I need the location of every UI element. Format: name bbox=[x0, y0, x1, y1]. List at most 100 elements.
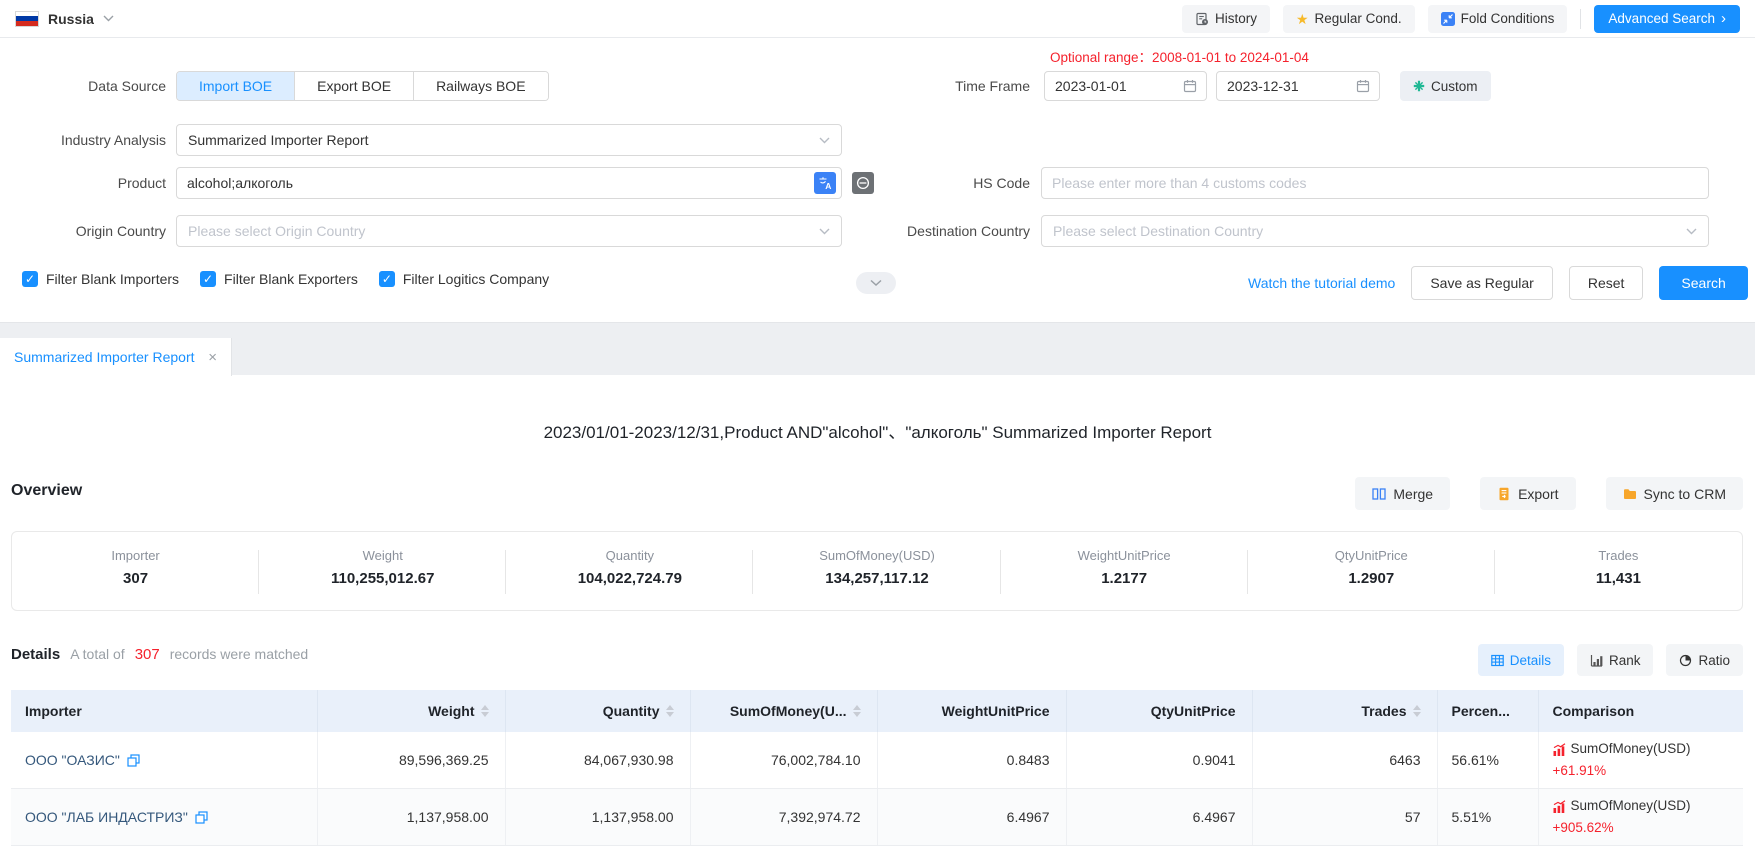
stat-weight-unit-price: WeightUnitPrice 1.2177 bbox=[1001, 532, 1248, 610]
custom-range-button[interactable]: Custom bbox=[1400, 71, 1491, 101]
stat-label: Importer bbox=[12, 548, 259, 563]
start-date-value[interactable] bbox=[1045, 72, 1183, 100]
sort-icon[interactable] bbox=[1413, 705, 1421, 717]
stat-value: 1.2907 bbox=[1248, 570, 1495, 587]
history-button[interactable]: History bbox=[1182, 5, 1270, 33]
country-selector[interactable]: Russia bbox=[15, 11, 114, 27]
fold-conditions-button[interactable]: Fold Conditions bbox=[1428, 5, 1568, 33]
regular-cond-button[interactable]: ★ Regular Cond. bbox=[1283, 5, 1415, 33]
data-source-label: Data Source bbox=[0, 71, 166, 101]
col-weight[interactable]: Weight bbox=[317, 690, 505, 732]
collapse-form-button[interactable] bbox=[856, 272, 896, 294]
stat-sum-of-money: SumOfMoney(USD) 134,257,117.12 bbox=[753, 532, 1000, 610]
calendar-icon[interactable] bbox=[1356, 79, 1370, 93]
tab-export-boe[interactable]: Export BOE bbox=[295, 72, 414, 100]
view-rank-button[interactable]: Rank bbox=[1577, 644, 1654, 676]
filter-blank-importers-checkbox[interactable]: ✓ Filter Blank Importers bbox=[22, 271, 179, 287]
checkbox-checked-icon: ✓ bbox=[22, 271, 38, 287]
translate-icon[interactable]: A bbox=[814, 172, 836, 194]
trend-chart-icon bbox=[1553, 800, 1566, 813]
col-quantity[interactable]: Quantity bbox=[505, 690, 690, 732]
view-ratio-label: Ratio bbox=[1698, 653, 1730, 668]
calendar-icon[interactable] bbox=[1183, 79, 1197, 93]
hs-code-label: HS Code bbox=[920, 167, 1030, 199]
origin-country-label: Origin Country bbox=[0, 215, 166, 247]
view-details-button[interactable]: Details bbox=[1478, 644, 1564, 676]
merge-icon bbox=[1372, 487, 1386, 501]
search-button[interactable]: Search bbox=[1659, 266, 1747, 300]
sort-icon[interactable] bbox=[481, 705, 489, 717]
importer-name-link[interactable]: ООО "ЛАБ ИНДАСТРИЗ" bbox=[25, 809, 188, 825]
chevron-right-icon: › bbox=[1721, 11, 1726, 26]
exclude-keywords-icon[interactable] bbox=[852, 172, 874, 194]
product-value[interactable] bbox=[177, 168, 814, 198]
hs-code-value[interactable] bbox=[1042, 168, 1708, 198]
overview-actions: Merge Export Sync to CRM bbox=[1355, 477, 1743, 510]
filter-logitics-company-checkbox[interactable]: ✓ Filter Logitics Company bbox=[379, 271, 549, 287]
stat-qty-unit-price: QtyUnitPrice 1.2907 bbox=[1248, 532, 1495, 610]
comparison-metric: SumOfMoney(USD) bbox=[1571, 739, 1691, 759]
tab-railways-boe[interactable]: Railways BOE bbox=[414, 72, 547, 100]
filter-blank-exporters-checkbox[interactable]: ✓ Filter Blank Exporters bbox=[200, 271, 358, 287]
time-frame-end-input[interactable] bbox=[1216, 71, 1380, 101]
table-header-row: Importer Weight Quantity SumOfMoney(U...… bbox=[11, 690, 1743, 732]
tab-summarized-importer-report[interactable]: Summarized Importer Report × bbox=[0, 338, 232, 376]
product-input[interactable]: A bbox=[176, 167, 842, 199]
sort-icon[interactable] bbox=[666, 705, 674, 717]
hs-code-input[interactable] bbox=[1041, 167, 1709, 199]
stat-quantity: Quantity 104,022,724.79 bbox=[506, 532, 753, 610]
destination-country-select[interactable]: Please select Destination Country bbox=[1041, 215, 1709, 247]
stat-label: WeightUnitPrice bbox=[1001, 548, 1248, 563]
destination-country-placeholder: Please select Destination Country bbox=[1053, 223, 1263, 239]
export-icon bbox=[1497, 487, 1511, 501]
divider bbox=[1580, 9, 1581, 29]
chevron-down-icon bbox=[870, 279, 882, 287]
close-icon[interactable]: × bbox=[208, 349, 217, 366]
stat-trades: Trades 11,431 bbox=[1495, 532, 1742, 610]
details-heading: Details bbox=[11, 646, 60, 663]
chevron-down-icon bbox=[819, 137, 830, 144]
tutorial-link[interactable]: Watch the tutorial demo bbox=[1248, 275, 1395, 291]
checkbox-checked-icon: ✓ bbox=[200, 271, 216, 287]
sync-to-crm-button[interactable]: Sync to CRM bbox=[1606, 477, 1743, 510]
stat-weight: Weight 110,255,012.67 bbox=[259, 532, 506, 610]
table-row: ООО "ОАЗИС" 89,596,369.25 84,067,930.98 … bbox=[11, 732, 1743, 789]
col-sum-of-money[interactable]: SumOfMoney(U... bbox=[690, 690, 877, 732]
advanced-search-label: Advanced Search bbox=[1608, 11, 1715, 26]
origin-country-select[interactable]: Please select Origin Country bbox=[176, 215, 842, 247]
reset-button[interactable]: Reset bbox=[1569, 266, 1644, 300]
quantity-cell: 84,067,930.98 bbox=[505, 732, 690, 789]
end-date-value[interactable] bbox=[1217, 72, 1356, 100]
tab-title: Summarized Importer Report bbox=[14, 349, 195, 365]
weight-cell: 1,137,958.00 bbox=[317, 789, 505, 846]
stat-value: 104,022,724.79 bbox=[506, 570, 753, 587]
industry-analysis-select[interactable]: Summarized Importer Report bbox=[176, 124, 842, 156]
fold-icon bbox=[1441, 12, 1455, 26]
tab-import-boe[interactable]: Import BOE bbox=[177, 72, 295, 100]
sort-icon[interactable] bbox=[853, 705, 861, 717]
star-icon: ★ bbox=[1296, 12, 1309, 26]
custom-icon bbox=[1413, 80, 1425, 92]
stat-value: 110,255,012.67 bbox=[259, 570, 506, 587]
history-icon bbox=[1195, 12, 1209, 26]
stat-value: 11,431 bbox=[1495, 570, 1742, 587]
col-percentage: Percen... bbox=[1437, 690, 1538, 732]
comparison-change: +61.91% bbox=[1553, 761, 1744, 781]
stat-label: SumOfMoney(USD) bbox=[753, 548, 1000, 563]
merge-button[interactable]: Merge bbox=[1355, 477, 1450, 510]
stat-label: QtyUnitPrice bbox=[1248, 548, 1495, 563]
copy-icon[interactable] bbox=[127, 754, 140, 767]
chevron-down-icon bbox=[103, 15, 114, 22]
copy-icon[interactable] bbox=[195, 811, 208, 824]
importer-name-link[interactable]: ООО "ОАЗИС" bbox=[25, 752, 120, 768]
details-summary: Details A total of 307 records were matc… bbox=[11, 646, 308, 663]
advanced-search-button[interactable]: Advanced Search › bbox=[1594, 5, 1740, 33]
view-ratio-button[interactable]: Ratio bbox=[1666, 644, 1743, 676]
save-as-regular-button[interactable]: Save as Regular bbox=[1411, 266, 1553, 300]
time-frame-start-input[interactable] bbox=[1044, 71, 1207, 101]
page: Russia History ★ Regular Cond. Fold Cond… bbox=[0, 0, 1755, 848]
export-button[interactable]: Export bbox=[1480, 477, 1575, 510]
trades-cell: 6463 bbox=[1252, 732, 1437, 789]
col-trades[interactable]: Trades bbox=[1252, 690, 1437, 732]
summary-count: 307 bbox=[135, 646, 160, 663]
